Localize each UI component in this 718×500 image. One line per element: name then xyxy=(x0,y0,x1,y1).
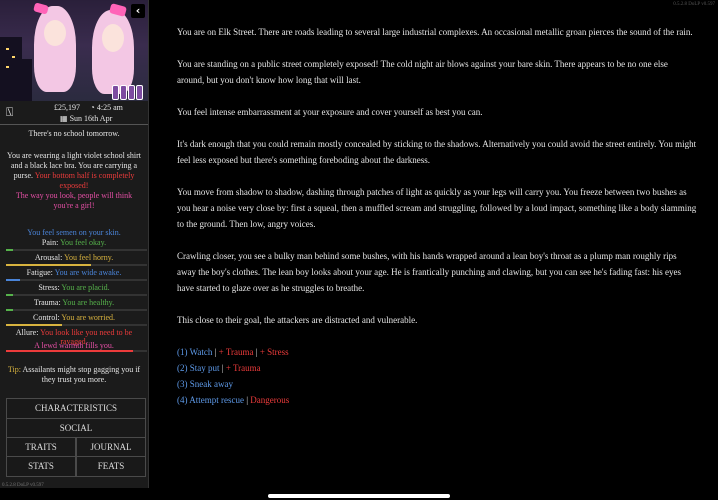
choice-link[interactable]: (2) Stay put xyxy=(177,363,220,373)
stat-label: Trauma: xyxy=(33,298,61,307)
building-window xyxy=(12,56,15,58)
characteristics-button[interactable]: CHARACTERISTICS xyxy=(6,398,146,419)
stat-label: Fatigue: xyxy=(26,268,53,277)
passage-paragraph: You feel intense embarrassment at your e… xyxy=(177,107,483,117)
stat-label: Arousal: xyxy=(34,253,63,262)
character-face-right xyxy=(102,24,124,52)
choice-item: (3) Sneak away xyxy=(177,376,697,392)
stat-value: You feel okay. xyxy=(60,238,107,247)
stat-row: Pain: You feel okay. xyxy=(6,238,142,247)
stat-row: Stress: You are placid. xyxy=(6,283,142,292)
version-label: 0.5.2.8 DoLP v0.597 xyxy=(673,2,715,7)
stat-label: Control: xyxy=(33,313,60,322)
stat-bar-fill xyxy=(6,249,14,251)
stat-bar xyxy=(6,249,147,251)
character-hair-left xyxy=(34,6,76,92)
collapse-arrow-icon[interactable]: ‹ xyxy=(131,4,145,18)
status-row: ⍂ £25,197 ◔ 4:25 am ▦ Sun 16th Apr xyxy=(0,101,148,125)
stat-bar-fill xyxy=(6,294,14,296)
stat-value: You are worried. xyxy=(61,313,115,322)
stat-row: Control: You are worried. xyxy=(6,313,142,322)
school-status: There's no school tomorrow. xyxy=(28,129,120,138)
stat-label: Stress: xyxy=(38,283,60,292)
stat-value: You are wide awake. xyxy=(54,268,122,277)
hair-bow xyxy=(33,2,49,15)
choice-consequence: + Trauma xyxy=(225,363,261,373)
home-indicator[interactable] xyxy=(268,494,450,498)
sidebar: ‹ ⍂ £25,197 ◔ 4:25 am ▦ Sun 16th Apr The… xyxy=(0,0,149,488)
journal-button[interactable]: JOURNAL xyxy=(76,437,146,458)
stat-value: You feel horny. xyxy=(64,253,114,262)
choice-item: (1) Watch | + Trauma | + Stress xyxy=(177,344,697,360)
passage-paragraph: It's dark enough that you could remain m… xyxy=(177,139,697,165)
stat-bar xyxy=(6,324,147,326)
stat-row: Arousal: You feel horny. xyxy=(6,253,142,262)
date-display: ▦ Sun 16th Apr xyxy=(60,114,113,123)
gender-appearance: The way you look, people will think you'… xyxy=(15,191,133,210)
building-window xyxy=(6,66,9,68)
feats-button[interactable]: FEATS xyxy=(76,456,146,477)
stat-vial-icon xyxy=(112,85,119,100)
stat-value: You are healthy. xyxy=(62,298,115,307)
passage-paragraph: You are on Elk Street. There are roads l… xyxy=(177,27,693,37)
tip-text: Tip: Assailants might stop gagging you i… xyxy=(7,365,141,384)
stat-label: Pain: xyxy=(41,238,59,247)
character-portrait[interactable]: ‹ xyxy=(0,0,148,101)
stat-bar xyxy=(6,309,147,311)
choice-link[interactable]: (4) Attempt rescue xyxy=(177,395,244,405)
money-display: £25,197 xyxy=(54,103,80,112)
divider xyxy=(0,124,148,125)
exit-door-icon[interactable]: ⍂ xyxy=(6,105,16,119)
clothing-description: You are wearing a light violet school sh… xyxy=(6,151,142,210)
passage-paragraph: Crawling closer, you see a bulky man beh… xyxy=(177,251,681,293)
stats-button[interactable]: STATS xyxy=(6,456,76,477)
background-building xyxy=(18,59,32,101)
exposed-warning: Your bottom half is completely exposed! xyxy=(34,171,135,190)
social-button[interactable]: SOCIAL xyxy=(6,418,146,439)
stat-row: Trauma: You are healthy. xyxy=(6,298,142,307)
character-hair-right xyxy=(92,10,134,94)
stat-vial-icon xyxy=(120,85,127,100)
stat-bar-fill xyxy=(6,264,91,266)
choice-consequence: + Trauma xyxy=(218,347,254,357)
stat-vial-icon xyxy=(128,85,135,100)
passage-paragraph: This close to their goal, the attackers … xyxy=(177,315,418,325)
stat-row: Fatigue: You are wide awake. xyxy=(6,268,142,277)
clock-icon: ◔ xyxy=(90,103,95,112)
traits-button[interactable]: TRAITS xyxy=(6,437,76,458)
character-face-left xyxy=(44,20,66,46)
choice-item: (2) Stay put | + Trauma xyxy=(177,360,697,376)
semen-status: You feel semen on your skin. xyxy=(27,228,121,237)
passage-text: You are on Elk Street. There are roads l… xyxy=(177,24,697,328)
stat-label: Allure: xyxy=(15,328,39,337)
stat-bar xyxy=(6,294,147,296)
time-display: ◔ 4:25 am xyxy=(90,103,123,112)
calendar-icon: ▦ xyxy=(60,114,68,123)
choice-link[interactable]: (3) Sneak away xyxy=(177,379,233,389)
stat-value: You are placid. xyxy=(61,283,110,292)
stat-bar xyxy=(6,279,147,281)
passage-area: You are on Elk Street. There are roads l… xyxy=(177,24,697,408)
stat-bar-fill xyxy=(6,309,14,311)
choice-item: (4) Attempt rescue | Dangerous xyxy=(177,392,697,408)
building-window xyxy=(6,48,9,50)
choice-link[interactable]: (1) Watch xyxy=(177,347,212,357)
passage-paragraph: You are standing on a public street comp… xyxy=(177,59,668,85)
stat-bar xyxy=(6,264,147,266)
choice-consequence: + Stress xyxy=(259,347,289,357)
lewd-warmth-status: A lewd warmth fills you. xyxy=(34,341,114,350)
stat-bar-fill xyxy=(6,279,21,281)
choice-list: (1) Watch | + Trauma | + Stress (2) Stay … xyxy=(177,344,697,408)
choice-consequence: Dangerous xyxy=(250,395,290,405)
stat-bar-fill xyxy=(6,324,63,326)
passage-paragraph: You move from shadow to shadow, dashing … xyxy=(177,187,697,229)
stat-vial-icon xyxy=(136,85,143,100)
